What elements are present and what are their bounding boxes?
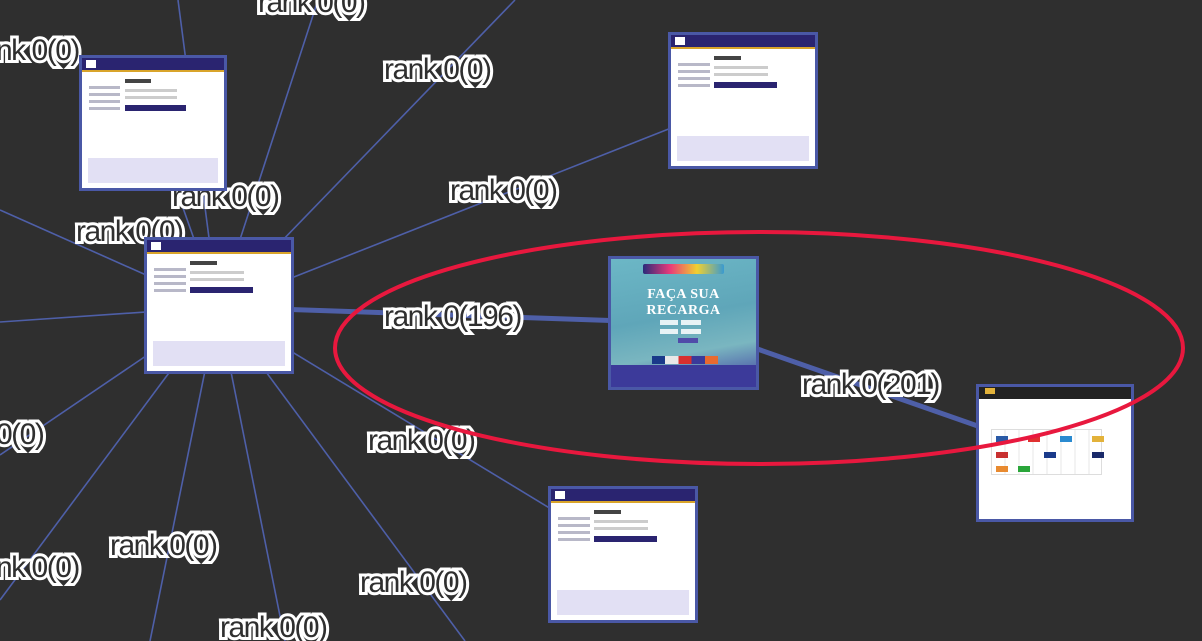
edge-label: 0(0) xyxy=(0,418,44,451)
sidebar xyxy=(154,264,186,296)
input-field xyxy=(660,320,678,326)
bank-logo xyxy=(1092,452,1104,459)
edge-label: nk 0(0) xyxy=(0,34,79,67)
page-header xyxy=(147,240,291,255)
edge-label: rank 0(0) xyxy=(220,611,327,641)
edge-label: nk 0(0) xyxy=(0,551,79,584)
footer-panel xyxy=(152,340,286,367)
login-form xyxy=(124,79,213,153)
page-header xyxy=(82,58,224,73)
input-field xyxy=(660,329,678,335)
sidebar xyxy=(558,513,590,545)
footer-panel xyxy=(87,157,219,184)
bank-logo xyxy=(1018,466,1030,473)
recharge-title: FAÇA SUA RECARGA xyxy=(646,287,721,319)
edge-label: rank 0(0) xyxy=(368,424,475,457)
graph-node-recharge-page[interactable]: FAÇA SUA RECARGA xyxy=(608,256,759,390)
bank-logo xyxy=(1092,436,1104,443)
login-form xyxy=(190,261,279,335)
bank-logo xyxy=(1060,436,1072,443)
page-body xyxy=(551,503,695,620)
graph-node-deposit-page[interactable] xyxy=(976,384,1134,522)
bank-logo xyxy=(996,436,1008,443)
bank-logo-grid xyxy=(991,429,1104,475)
page-body xyxy=(671,49,815,166)
graph-node-login-page[interactable] xyxy=(548,486,698,623)
sidebar xyxy=(678,59,710,91)
bank-logo xyxy=(1028,436,1040,443)
logo-icon xyxy=(86,60,96,68)
bank-logo xyxy=(1044,452,1056,459)
edge-label: rank 0(0) xyxy=(450,174,557,207)
logo-icon xyxy=(675,37,685,45)
footer-panel xyxy=(556,589,690,616)
graph-node-login-page-hub[interactable] xyxy=(144,237,294,374)
login-form xyxy=(714,56,803,130)
bank-logo xyxy=(996,466,1008,473)
edge-label: rank 0(0) xyxy=(110,529,217,562)
login-form xyxy=(594,510,683,584)
logo-icon xyxy=(151,242,161,250)
page-body xyxy=(147,254,291,371)
page-footer xyxy=(611,365,756,387)
edge-label: rank 0(0) xyxy=(384,53,491,86)
payment-card-logos xyxy=(651,356,719,364)
bank-logo xyxy=(996,452,1008,459)
sidebar xyxy=(89,82,121,114)
page-body xyxy=(82,72,224,188)
logo-icon xyxy=(555,491,565,499)
edge-label: rank 0(0) xyxy=(360,566,467,599)
logo-icon xyxy=(985,388,995,394)
page-header xyxy=(551,489,695,504)
page-header xyxy=(979,387,1131,399)
partner-logos xyxy=(642,264,725,275)
input-field xyxy=(680,320,701,326)
page-header xyxy=(671,35,815,50)
submit-button xyxy=(677,338,698,344)
footer-panel xyxy=(676,135,810,162)
graph-node-login-page[interactable] xyxy=(79,55,227,191)
input-field xyxy=(680,329,701,335)
edge-label: rank 0(0) xyxy=(258,0,365,19)
graph-node-login-page[interactable] xyxy=(668,32,818,169)
